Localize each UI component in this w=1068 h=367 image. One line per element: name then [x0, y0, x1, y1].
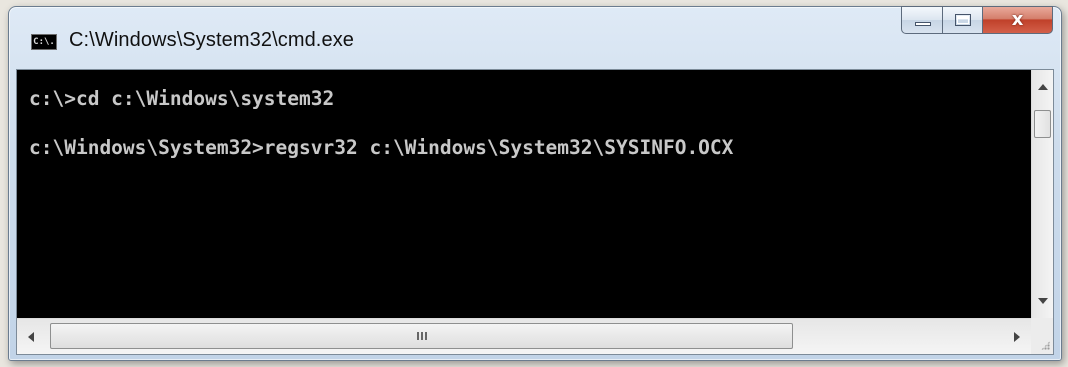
vertical-scrollbar[interactable]: [1031, 70, 1053, 318]
cmd-app-icon[interactable]: C:\.: [31, 34, 57, 50]
close-button[interactable]: x: [983, 6, 1053, 34]
caption-buttons: x: [901, 6, 1053, 34]
resize-grip-icon: [1041, 341, 1050, 350]
resize-grip[interactable]: [1031, 318, 1053, 354]
title-bar[interactable]: C:\. C:\Windows\System32\cmd.exe x: [9, 6, 1061, 69]
vertical-scroll-thumb[interactable]: [1034, 110, 1051, 138]
minimize-button[interactable]: [901, 6, 943, 34]
console-line: c:\>cd c:\Windows\system32: [29, 87, 335, 110]
console-output[interactable]: c:\>cd c:\Windows\system32 c:\Windows\Sy…: [17, 70, 1031, 318]
console-client-area: c:\>cd c:\Windows\system32 c:\Windows\Sy…: [16, 69, 1054, 355]
console-line: c:\Windows\System32>regsvr32 c:\Windows\…: [29, 136, 734, 159]
scroll-up-arrow-icon[interactable]: [1038, 84, 1048, 90]
window-title: C:\Windows\System32\cmd.exe: [69, 29, 355, 51]
scroll-right-arrow-icon[interactable]: [1014, 332, 1020, 342]
maximize-button[interactable]: [943, 6, 983, 34]
horizontal-scroll-thumb[interactable]: [50, 323, 793, 349]
cmd-window: C:\. C:\Windows\System32\cmd.exe x c:\>c…: [8, 6, 1062, 361]
scroll-down-arrow-icon[interactable]: [1038, 298, 1048, 304]
minimize-icon: [915, 22, 931, 26]
thumb-grip-icon: [416, 332, 427, 340]
maximize-icon: [955, 14, 971, 26]
scroll-left-arrow-icon[interactable]: [28, 332, 34, 342]
close-icon: x: [1011, 9, 1024, 30]
horizontal-scrollbar[interactable]: [17, 318, 1031, 354]
